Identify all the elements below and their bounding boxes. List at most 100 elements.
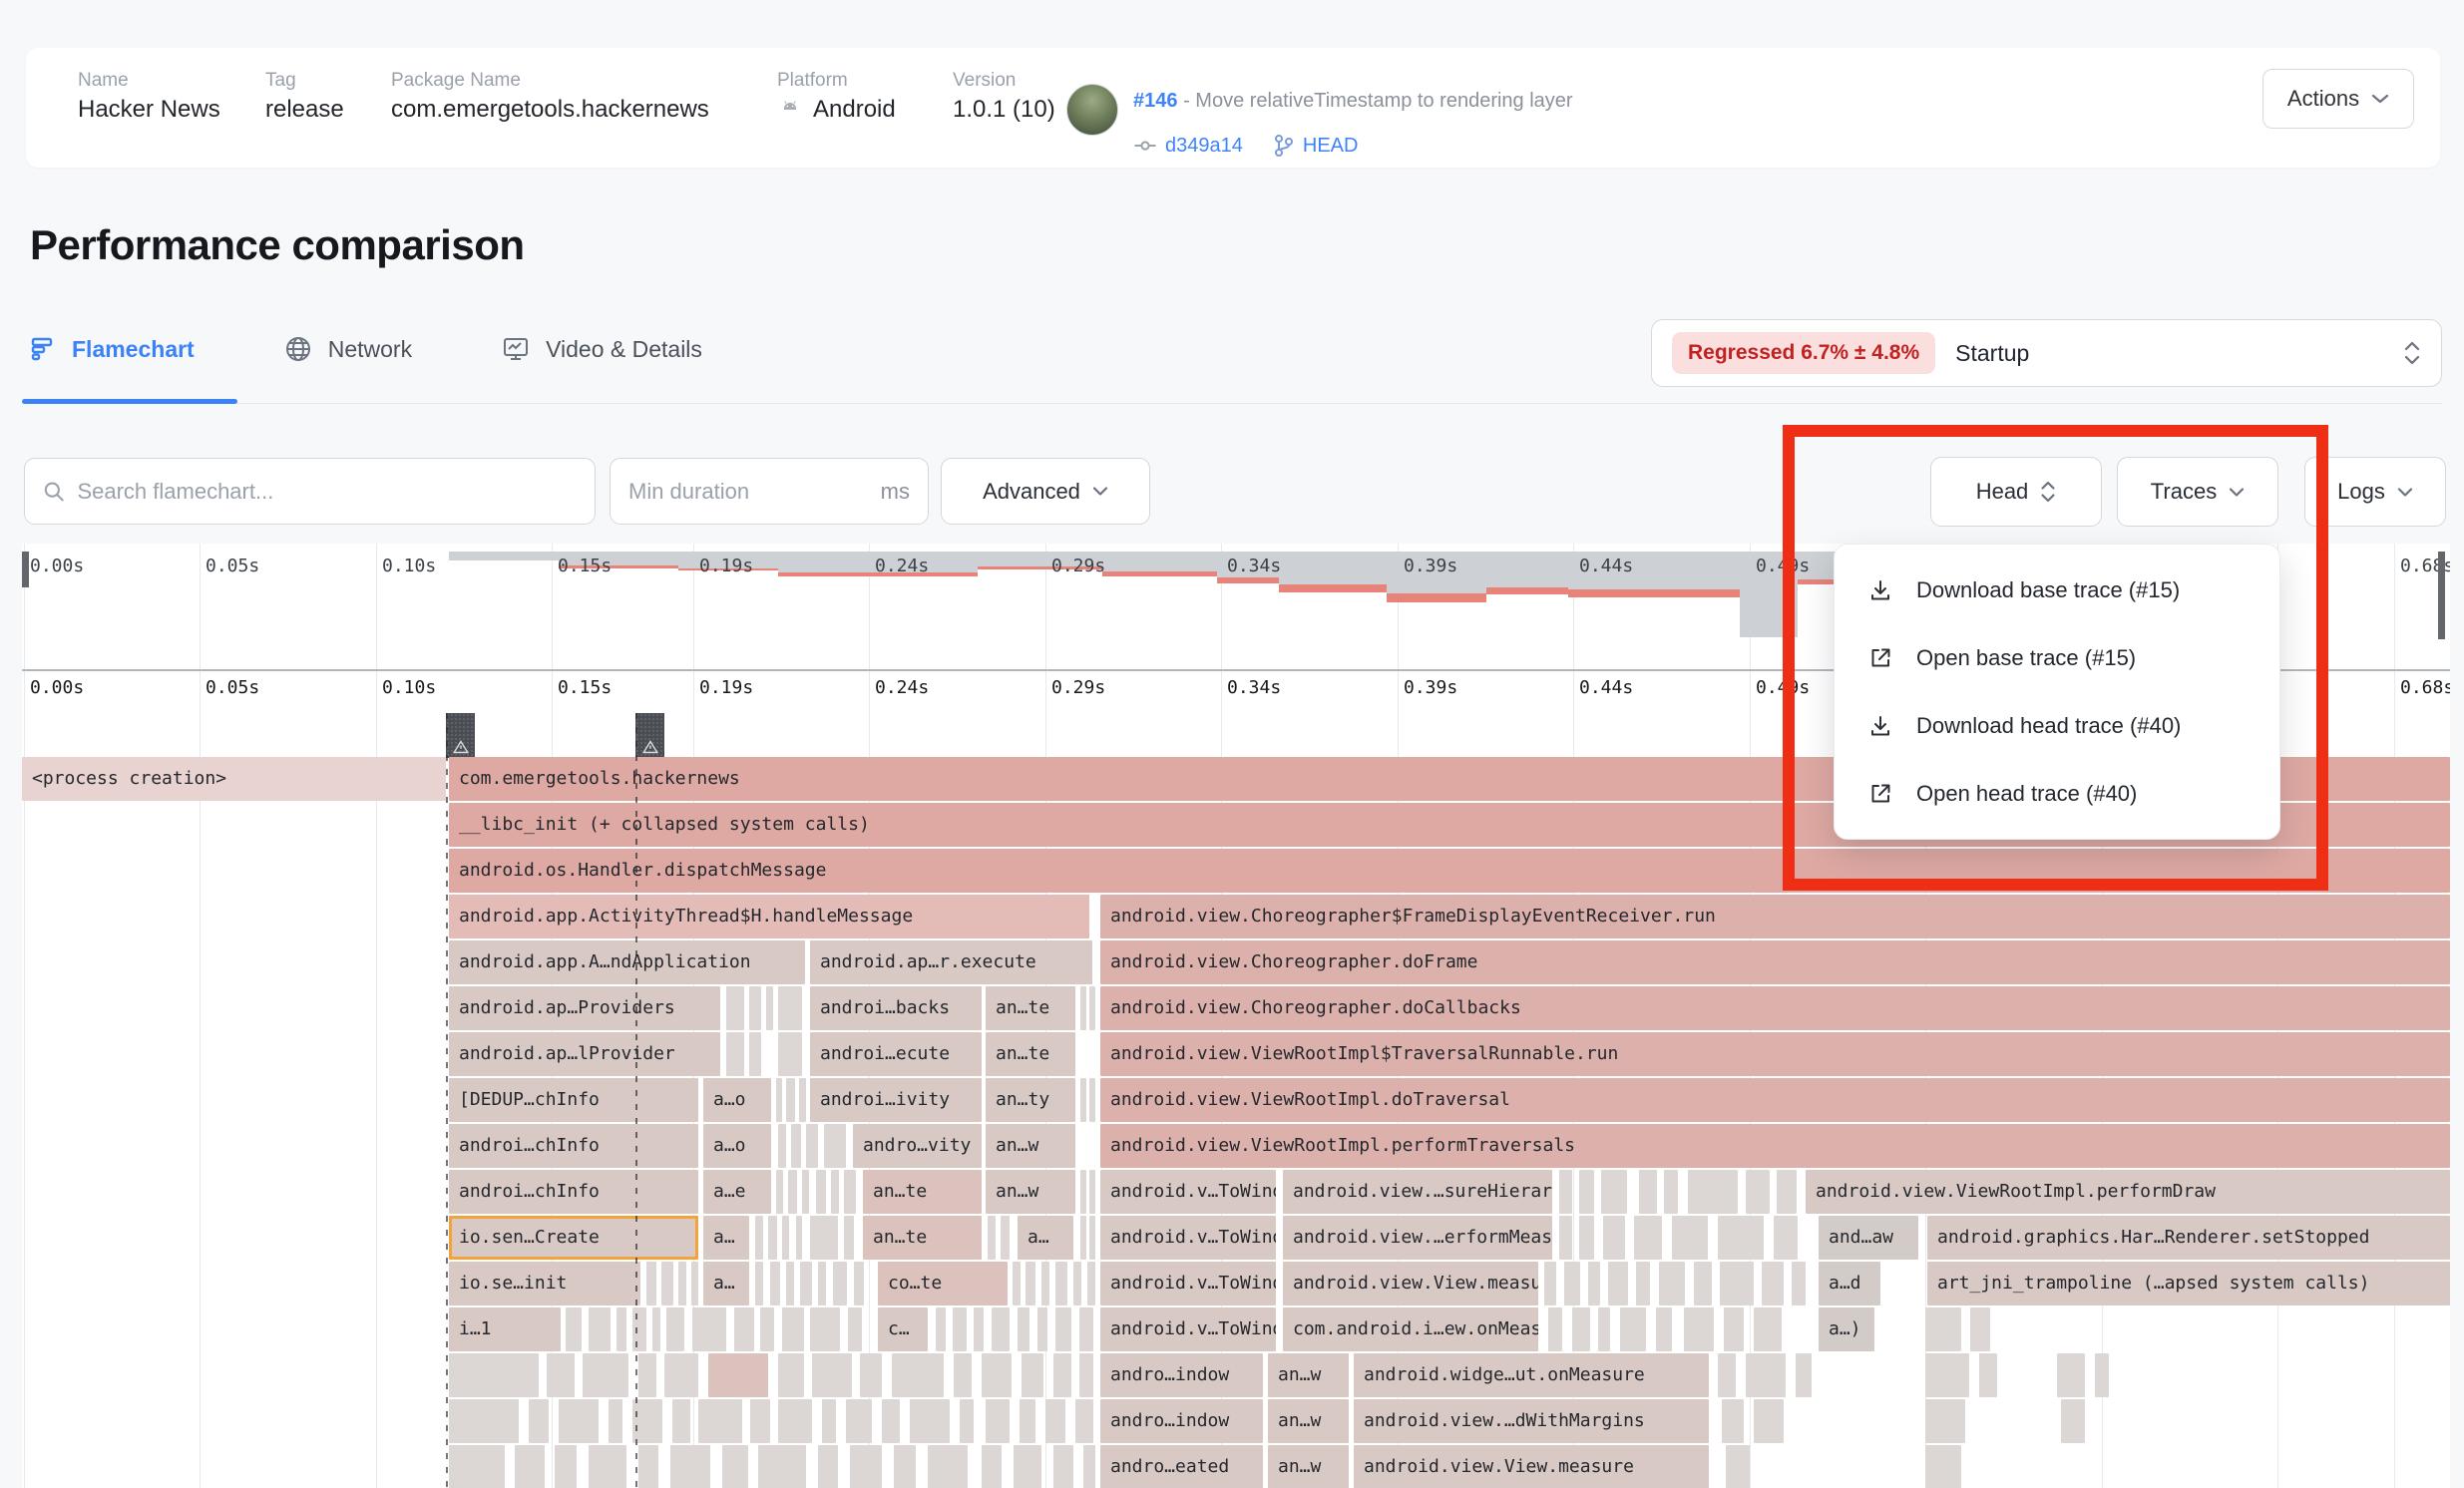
flame-block[interactable] — [833, 1262, 847, 1305]
flame-block[interactable] — [1774, 1216, 1798, 1260]
flame-block[interactable] — [1020, 1399, 1035, 1443]
flame-block[interactable] — [678, 1262, 686, 1305]
flame-block[interactable] — [1080, 986, 1086, 1030]
flame-block[interactable] — [1601, 1170, 1627, 1214]
flame-block[interactable] — [1045, 1399, 1065, 1443]
flame-block[interactable]: androi…chInfo — [449, 1124, 698, 1168]
flame-block[interactable]: android.view.Choreographer.doFrame — [1100, 940, 2450, 984]
flame-block[interactable] — [1579, 1170, 1594, 1214]
flame-block[interactable]: an…te — [863, 1170, 982, 1214]
flame-block[interactable] — [1603, 1216, 1625, 1260]
flame-block[interactable] — [1559, 1170, 1572, 1214]
search-input[interactable] — [77, 478, 577, 505]
flame-block[interactable] — [1792, 1262, 1806, 1305]
flame-block[interactable] — [778, 986, 802, 1030]
flame-block[interactable] — [1572, 1307, 1590, 1351]
flame-block[interactable] — [791, 1124, 801, 1168]
flame-block[interactable] — [778, 1399, 812, 1443]
flame-block[interactable] — [672, 1399, 690, 1443]
flame-block[interactable]: an…te — [986, 1032, 1075, 1076]
flame-block[interactable]: an…ty — [986, 1078, 1075, 1122]
flame-block[interactable]: andro…vity — [853, 1124, 982, 1168]
flame-block[interactable] — [782, 1216, 789, 1260]
flame-block[interactable] — [529, 1399, 549, 1443]
flame-block[interactable] — [782, 1307, 804, 1351]
flame-block[interactable]: android.view.View.measure — [1354, 1445, 1709, 1488]
flame-block[interactable] — [638, 1353, 656, 1397]
warning-marker[interactable] — [635, 713, 664, 758]
flame-block[interactable] — [1588, 1262, 1600, 1305]
flame-block[interactable]: android.view.Choreographer$FrameDisplayE… — [1100, 895, 2450, 938]
flame-block[interactable] — [666, 1307, 684, 1351]
flame-block[interactable]: android.view.ViewRootImpl.performTravers… — [1100, 1124, 2450, 1168]
flame-block[interactable]: android.app.ActivityThread$H.handleMessa… — [449, 895, 1089, 938]
flame-block[interactable] — [1018, 1307, 1029, 1351]
tab-network[interactable]: Network — [284, 335, 412, 363]
flame-block[interactable]: androi…ivity — [810, 1078, 982, 1122]
flame-block[interactable] — [986, 1399, 1010, 1443]
flame-block[interactable] — [910, 1399, 950, 1443]
flame-block[interactable]: android.v…ToWindow — [1100, 1262, 1276, 1305]
flame-block[interactable]: androi…ecute — [810, 1032, 982, 1076]
flame-block[interactable] — [566, 1307, 582, 1351]
flame-block[interactable] — [1979, 1353, 1997, 1397]
flame-block[interactable] — [1079, 1307, 1093, 1351]
flame-block[interactable] — [1089, 1170, 1095, 1214]
flame-block[interactable] — [810, 1307, 840, 1351]
flame-block[interactable] — [1089, 1216, 1095, 1260]
flame-block[interactable] — [892, 1353, 944, 1397]
flame-block[interactable] — [1089, 986, 1095, 1030]
advanced-button[interactable]: Advanced — [941, 458, 1150, 525]
flame-block[interactable] — [802, 1170, 809, 1214]
menu-item-download-head-trace-40-[interactable]: Download head trace (#40) — [1835, 692, 2279, 760]
flame-block[interactable] — [1022, 1353, 1043, 1397]
flame-block[interactable] — [1055, 1307, 1071, 1351]
flame-block[interactable] — [846, 1399, 872, 1443]
flame-block[interactable] — [1656, 1307, 1672, 1351]
avatar[interactable] — [1066, 84, 1118, 136]
flame-block[interactable] — [1053, 1353, 1071, 1397]
menu-item-open-head-trace-40-[interactable]: Open head trace (#40) — [1835, 760, 2279, 828]
flame-block[interactable]: androi…backs — [810, 986, 982, 1030]
flame-block[interactable] — [822, 1399, 836, 1443]
flame-block[interactable]: android.view.View.measure — [1283, 1262, 1538, 1305]
flame-block[interactable] — [1041, 1262, 1049, 1305]
flame-block[interactable]: andro…indow — [1100, 1399, 1263, 1443]
flame-block[interactable] — [515, 1445, 545, 1488]
flame-block[interactable]: art_jni_trampoline (…apsed system calls) — [1927, 1262, 2450, 1305]
flame-block[interactable] — [661, 1262, 673, 1305]
flame-block[interactable] — [638, 1445, 658, 1488]
flame-block[interactable] — [928, 1445, 968, 1488]
flame-block[interactable]: a… — [1018, 1216, 1073, 1260]
flame-block[interactable] — [806, 1124, 818, 1168]
flame-block[interactable] — [726, 986, 744, 1030]
flame-block[interactable] — [1672, 1216, 1708, 1260]
flame-block[interactable] — [1718, 1216, 1764, 1260]
pr-number-link[interactable]: #146 — [1133, 90, 1178, 112]
flame-block[interactable]: a…d — [1819, 1262, 1880, 1305]
flame-block[interactable]: co…te — [878, 1262, 1008, 1305]
flame-block[interactable] — [1026, 1262, 1035, 1305]
flame-block[interactable]: an…w — [986, 1124, 1075, 1168]
flame-block[interactable] — [882, 1399, 900, 1443]
flame-block[interactable] — [1746, 1353, 1786, 1397]
flame-block[interactable]: a…o — [703, 1078, 771, 1122]
flame-block[interactable] — [722, 1445, 748, 1488]
flame-block[interactable]: c… — [878, 1307, 928, 1351]
flame-block[interactable] — [799, 1078, 806, 1122]
flame-block[interactable] — [1762, 1262, 1784, 1305]
flame-block[interactable] — [1634, 1216, 1662, 1260]
flame-block[interactable] — [559, 1399, 599, 1443]
flame-block[interactable] — [844, 1216, 854, 1260]
flame-block[interactable] — [1722, 1399, 1744, 1443]
flame-block[interactable] — [670, 1445, 710, 1488]
traces-button[interactable]: Traces — [2117, 457, 2278, 527]
flame-block[interactable] — [755, 1262, 763, 1305]
flame-block[interactable]: an…w — [1268, 1353, 1349, 1397]
flame-block[interactable] — [1925, 1353, 1969, 1397]
flame-block[interactable] — [800, 1262, 812, 1305]
flame-block[interactable] — [1544, 1262, 1556, 1305]
flame-block[interactable] — [1013, 1262, 1021, 1305]
flame-block[interactable] — [768, 1216, 777, 1260]
flame-block[interactable] — [1083, 1445, 1095, 1488]
